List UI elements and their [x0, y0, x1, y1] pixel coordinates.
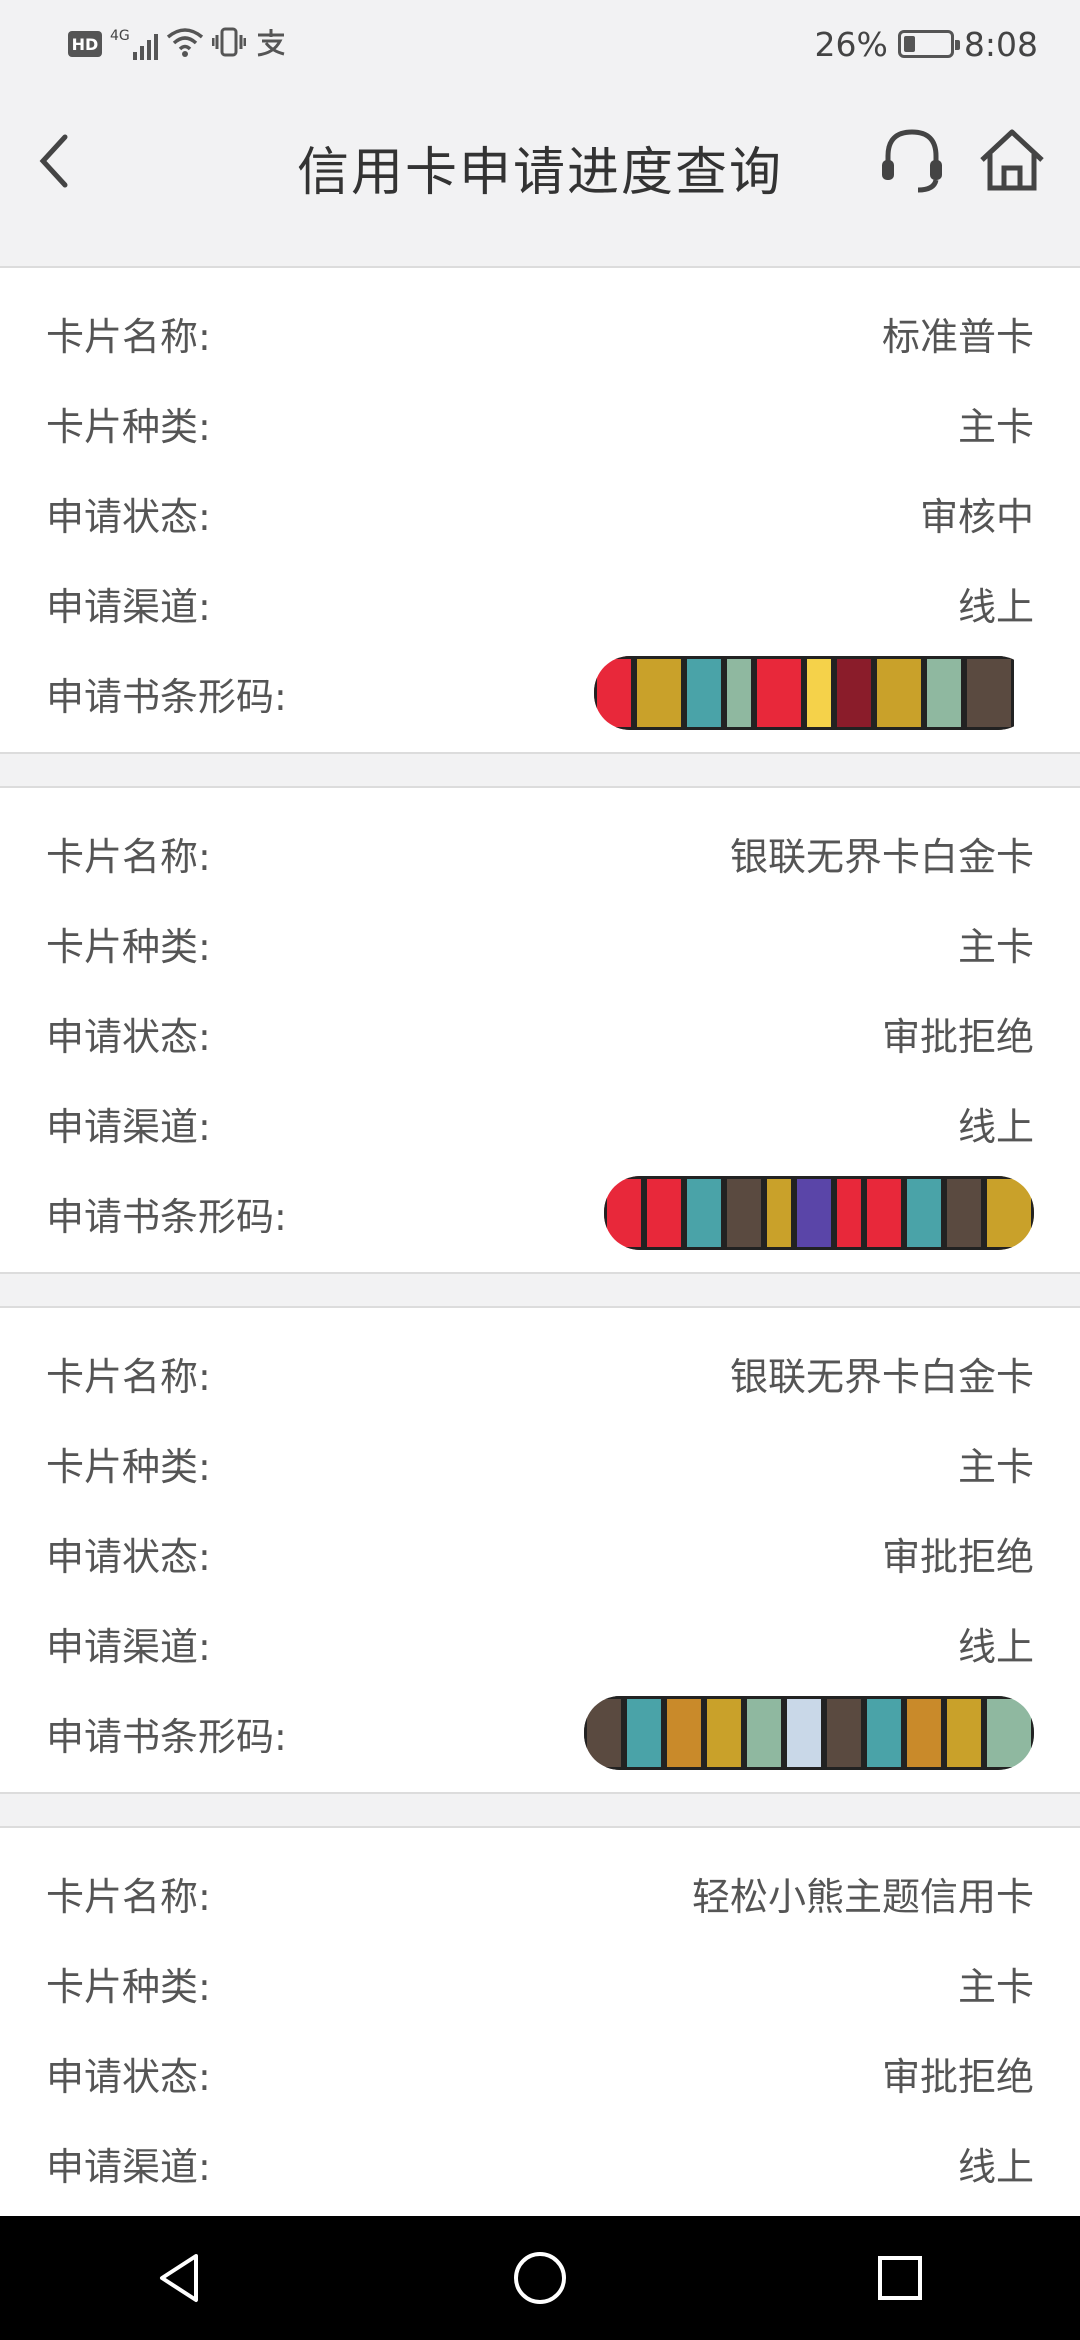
status-value: 审批拒绝: [881, 2054, 1034, 2099]
headset-icon: [882, 129, 942, 193]
redacted-barcode: [604, 1176, 1034, 1250]
clock: 8:08: [963, 24, 1038, 64]
card-name-label: 卡片名称:: [46, 314, 211, 359]
card-type-row: 卡片种类: 主卡: [46, 898, 1034, 988]
wifi-icon: [166, 27, 204, 61]
status-label: 申请状态:: [46, 494, 211, 539]
barcode-label: 申请书条形码:: [46, 674, 287, 719]
hd-icon: HD: [68, 31, 102, 57]
status-row: 申请状态: 审批拒绝: [46, 1508, 1034, 1598]
nav-recents-button[interactable]: [845, 2223, 955, 2333]
card-type-value: 主卡: [957, 404, 1034, 449]
channel-value: 线上: [957, 2144, 1034, 2189]
battery-percent: 26%: [814, 24, 888, 64]
card-name-row: 卡片名称: 标准普卡: [46, 288, 1034, 378]
status-label: 申请状态:: [46, 1014, 211, 1059]
channel-label: 申请渠道:: [46, 1104, 211, 1149]
card-name-label: 卡片名称:: [46, 834, 211, 879]
card-name-value: 银联无界卡白金卡: [729, 1354, 1034, 1399]
application-list: 卡片名称: 标准普卡 卡片种类: 主卡 申请状态: 审核中 申请渠道: 线上 申请书条形…: [0, 268, 1080, 2216]
status-row: 申请状态: 审批拒绝: [46, 2028, 1034, 2118]
card-name-label: 卡片名称:: [46, 1354, 211, 1399]
card-name-value: 银联无界卡白金卡: [729, 834, 1034, 879]
status-value: 审批拒绝: [881, 1534, 1034, 1579]
card-name-row: 卡片名称: 轻松小熊主题信用卡: [46, 1848, 1034, 1938]
app-header: 信用卡申请进度查询: [0, 90, 1080, 268]
channel-row: 申请渠道: 线上: [46, 2118, 1034, 2208]
barcode-row: 申请书条形码:: [46, 1688, 1034, 1778]
nav-home-button[interactable]: [485, 2223, 595, 2333]
channel-row: 申请渠道: 线上: [46, 558, 1034, 648]
barcode-label: 申请书条形码:: [46, 1194, 287, 1239]
card-type-row: 卡片种类: 主卡: [46, 378, 1034, 468]
card-type-label: 卡片种类:: [46, 1444, 211, 1489]
home-button[interactable]: [976, 124, 1048, 196]
barcode-row: 申请书条形码:: [46, 1168, 1034, 1258]
application-card: 卡片名称: 标准普卡 卡片种类: 主卡 申请状态: 审核中 申请渠道: 线上 申请书条形…: [0, 268, 1080, 754]
triangle-back-icon: [160, 2254, 198, 2302]
status-value: 审批拒绝: [881, 1014, 1034, 1059]
application-card: 卡片名称: 银联无界卡白金卡 卡片种类: 主卡 申请状态: 审批拒绝 申请渠道: 线上 …: [0, 786, 1080, 1274]
circle-home-icon: [514, 2252, 566, 2304]
status-icons: HD 4G: [68, 24, 288, 64]
square-recents-icon: [878, 2256, 922, 2300]
card-type-label: 卡片种类:: [46, 924, 211, 969]
card-name-value: 轻松小熊主题信用卡: [691, 1874, 1034, 1919]
channel-value: 线上: [957, 584, 1034, 629]
card-type-value: 主卡: [957, 924, 1034, 969]
card-type-value: 主卡: [957, 1964, 1034, 2009]
nav-back-button[interactable]: [125, 2223, 235, 2333]
status-label: 申请状态:: [46, 2054, 211, 2099]
system-nav-bar: [0, 2216, 1080, 2340]
status-right: 26% 8:08: [815, 24, 1038, 64]
redacted-barcode: [594, 656, 1034, 730]
card-name-label: 卡片名称:: [46, 1874, 211, 1919]
customer-service-button[interactable]: [876, 124, 948, 196]
channel-label: 申请渠道:: [46, 1624, 211, 1669]
barcode-label: 申请书条形码:: [46, 1714, 287, 1759]
channel-label: 申请渠道:: [46, 584, 211, 629]
card-name-row: 卡片名称: 银联无界卡白金卡: [46, 1328, 1034, 1418]
status-bar: HD 4G 26% 8:08: [0, 0, 1080, 90]
4g-signal-icon: 4G: [110, 28, 158, 60]
card-name-row: 卡片名称: 银联无界卡白金卡: [46, 808, 1034, 898]
battery-level: [903, 36, 915, 52]
card-type-label: 卡片种类:: [46, 1964, 211, 2009]
status-label: 申请状态:: [46, 1534, 211, 1579]
status-row: 申请状态: 审批拒绝: [46, 988, 1034, 1078]
card-type-row: 卡片种类: 主卡: [46, 1418, 1034, 1508]
redacted-barcode: [584, 1696, 1034, 1770]
channel-value: 线上: [957, 1624, 1034, 1669]
card-name-value: 标准普卡: [881, 314, 1034, 359]
application-card: 卡片名称: 轻松小熊主题信用卡 卡片种类: 主卡 申请状态: 审批拒绝 申请渠道: 线上: [0, 1826, 1080, 2216]
channel-row: 申请渠道: 线上: [46, 1078, 1034, 1168]
vibrate-icon: [211, 27, 247, 61]
battery-icon: [897, 30, 960, 58]
channel-value: 线上: [957, 1104, 1034, 1149]
barcode-row: 申请书条形码:: [46, 648, 1034, 738]
status-row: 申请状态: 审核中: [46, 468, 1034, 558]
home-icon: [980, 129, 1044, 191]
card-type-label: 卡片种类:: [46, 404, 211, 449]
channel-row: 申请渠道: 线上: [46, 1598, 1034, 1688]
status-value: 审核中: [919, 494, 1034, 539]
card-type-row: 卡片种类: 主卡: [46, 1938, 1034, 2028]
alipay-icon: [254, 27, 288, 61]
application-card: 卡片名称: 银联无界卡白金卡 卡片种类: 主卡 申请状态: 审批拒绝 申请渠道: 线上 …: [0, 1306, 1080, 1794]
channel-label: 申请渠道:: [46, 2144, 211, 2189]
card-type-value: 主卡: [957, 1444, 1034, 1489]
